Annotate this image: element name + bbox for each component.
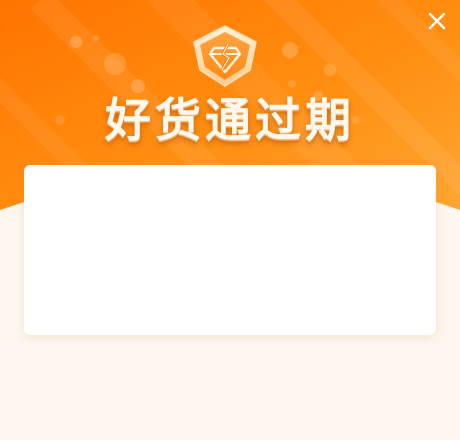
dialog-title: 好货通过期 (105, 93, 355, 147)
diamond-shield-icon (190, 24, 260, 88)
expired-dialog: 好货通过期 (0, 0, 460, 440)
content-card (24, 165, 436, 335)
close-icon (428, 12, 446, 30)
close-button[interactable] (426, 10, 448, 32)
